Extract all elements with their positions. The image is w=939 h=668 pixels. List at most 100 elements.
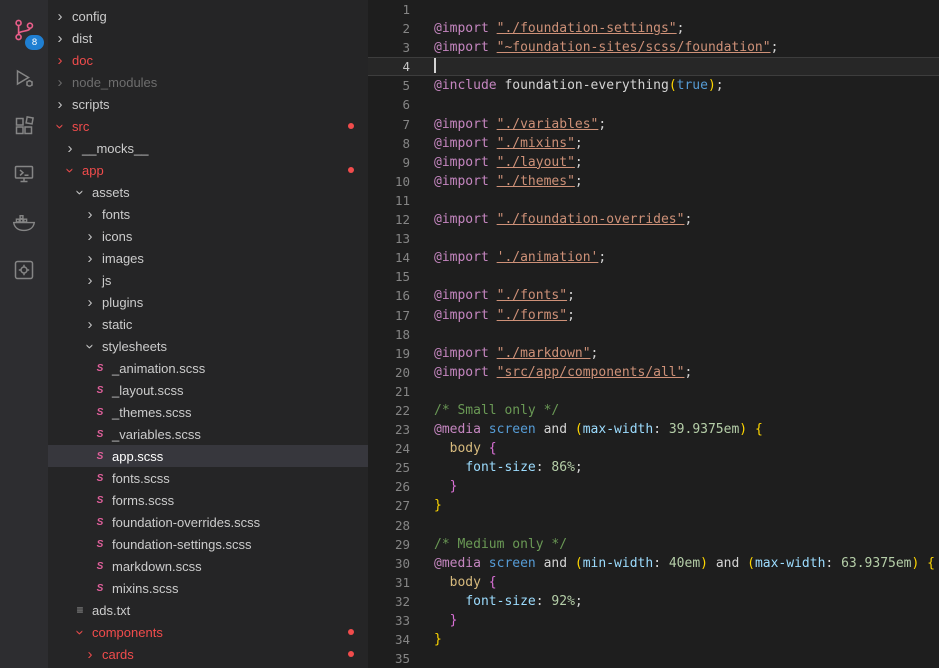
tree-folder-node_modules[interactable]: › node_modules — [48, 71, 368, 93]
tree-file-_animation.scss[interactable]: S _animation.scss — [48, 357, 368, 379]
code-line[interactable]: 12 @import "./foundation-overrides"; — [368, 210, 939, 229]
code-line[interactable]: 1 — [368, 0, 939, 19]
code-line[interactable]: 26 } — [368, 477, 939, 496]
code-line[interactable]: 6 — [368, 95, 939, 114]
tree-file-app.scss[interactable]: Sapp.scss — [48, 445, 368, 467]
code-line[interactable]: 31 body { — [368, 573, 939, 592]
tree-item-label: fonts — [102, 206, 131, 222]
code-token: body — [449, 441, 481, 457]
code-token: /* Small only */ — [434, 402, 560, 418]
editor-lines: 1 2 @import "./foundation-settings"; 3 @impo… — [368, 0, 939, 668]
code-line[interactable]: 4 — [368, 57, 939, 77]
code-line[interactable]: 16 @import "./fonts"; — [368, 286, 939, 305]
tree-folder-dist[interactable]: › dist — [48, 27, 368, 49]
code-line[interactable]: 11 — [368, 191, 939, 210]
code-line[interactable]: 8 @import "./mixins"; — [368, 134, 939, 153]
tree-file-foundation-settings.scss[interactable]: Sfoundation-settings.scss — [48, 533, 368, 555]
code-line[interactable]: 29 /* Medium only */ — [368, 535, 939, 554]
scss-file-icon: S — [96, 538, 104, 550]
activity-remote-explorer[interactable] — [0, 150, 48, 198]
code-line[interactable]: 2 @import "./foundation-settings"; — [368, 19, 939, 38]
chevron-down-icon: › — [51, 123, 69, 129]
code-line[interactable]: 19 @import "./markdown"; — [368, 344, 939, 363]
code-line[interactable]: 9 @import "./layout"; — [368, 153, 939, 172]
tree-file-foundation-overrides.scss[interactable]: Sfoundation-overrides.scss — [48, 511, 368, 533]
activity-source-control[interactable]: 8 — [0, 6, 48, 54]
code-line[interactable]: 25 font-size: 86%; — [368, 458, 939, 477]
code-token: @import — [434, 364, 489, 380]
code-token: @import — [434, 173, 489, 189]
tree-folder-scripts[interactable]: › scripts — [48, 93, 368, 115]
tree-folder-fonts[interactable]: › fonts — [48, 203, 368, 225]
code-line[interactable]: 30 @media screen and (min-width: 40em) an… — [368, 554, 939, 573]
code-line[interactable]: 35 — [368, 649, 939, 668]
code-line[interactable]: 17 @import "./forms"; — [368, 306, 939, 325]
tree-folder-cards[interactable]: › cards — [48, 643, 368, 665]
scss-file-icon: S — [96, 428, 104, 440]
tree-file-_layout.scss[interactable]: S _layout.scss — [48, 379, 368, 401]
code-content: @import "./markdown"; — [424, 344, 939, 363]
tree-folder-components[interactable]: › components — [48, 621, 368, 643]
activity-extensions[interactable] — [0, 102, 48, 150]
tree-folder-plugins[interactable]: › plugins — [48, 291, 368, 313]
tree-file-_themes.scss[interactable]: S _themes.scss — [48, 401, 368, 423]
tree-folder-static[interactable]: › static — [48, 313, 368, 335]
tree-item-label: _themes.scss — [112, 404, 192, 420]
code-editor[interactable]: 1 2 @import "./foundation-settings"; 3 @impo… — [368, 0, 939, 668]
code-line[interactable]: 28 — [368, 516, 939, 535]
code-line[interactable]: 34} — [368, 630, 939, 649]
tree-folder-__mocks__[interactable]: › __mocks__ — [48, 137, 368, 159]
chevron-right-icon: › — [87, 645, 93, 663]
code-line[interactable]: 3 @import "~foundation-sites/scss/foundat… — [368, 38, 939, 57]
code-token: ; — [574, 154, 583, 170]
tree-folder-images[interactable]: › images — [48, 247, 368, 269]
code-content: font-size: 92%; — [424, 592, 939, 611]
line-number: 31 — [394, 574, 410, 590]
chevron-right-icon: › — [87, 249, 93, 267]
code-line[interactable]: 23 @media screen and (max-width: 39.9375e… — [368, 420, 939, 439]
tree-file-ads.txt[interactable]: ≡ ads.txt — [48, 599, 368, 621]
activity-run-and-debug[interactable] — [0, 54, 48, 102]
file-tree: › config › dist › doc › node_modules › scripts › sr… — [48, 5, 368, 665]
tree-folder-doc[interactable]: › doc — [48, 49, 368, 71]
activity-settings-tool[interactable] — [0, 246, 48, 294]
tree-file-forms.scss[interactable]: Sforms.scss — [48, 489, 368, 511]
code-token: { — [754, 422, 763, 438]
code-line[interactable]: 22 /* Small only */ — [368, 401, 939, 420]
tree-folder-icons[interactable]: › icons — [48, 225, 368, 247]
tree-folder-config[interactable]: › config — [48, 5, 368, 27]
code-token: foundation-everything — [504, 78, 669, 94]
code-line[interactable]: 13 — [368, 229, 939, 248]
tree-file-fonts.scss[interactable]: Sfonts.scss — [48, 467, 368, 489]
settings-box-icon — [14, 260, 34, 280]
code-line[interactable]: 20 @import "src/app/components/all"; — [368, 363, 939, 382]
tree-folder-js[interactable]: › js — [48, 269, 368, 291]
code-line[interactable]: 21 — [368, 382, 939, 401]
code-line[interactable]: 15 — [368, 267, 939, 286]
tree-item-label: _animation.scss — [112, 360, 206, 376]
code-line[interactable]: 5 @include foundation-everything(true); — [368, 76, 939, 95]
tree-folder-src[interactable]: › src — [48, 115, 368, 137]
activity-docker[interactable] — [0, 198, 48, 246]
code-token: @import — [434, 288, 489, 304]
tree-folder-stylesheets[interactable]: › stylesheets — [48, 335, 368, 357]
code-line[interactable]: 27} — [368, 496, 939, 515]
code-line[interactable]: 18 — [368, 325, 939, 344]
code-line[interactable]: 7 @import "./variables"; — [368, 115, 939, 134]
tree-folder-assets[interactable]: › assets — [48, 181, 368, 203]
code-line[interactable]: 10 @import "./themes"; — [368, 172, 939, 191]
line-number: 28 — [394, 517, 410, 533]
tree-file-mixins.scss[interactable]: Smixins.scss — [48, 577, 368, 599]
code-line[interactable]: 33 } — [368, 611, 939, 630]
tree-folder-app[interactable]: › app — [48, 159, 368, 181]
tree-file-markdown.scss[interactable]: Smarkdown.scss — [48, 555, 368, 577]
code-line[interactable]: 14 @import './animation'; — [368, 248, 939, 267]
line-number: 2 — [402, 21, 410, 37]
tree-file-_variables.scss[interactable]: S _variables.scss — [48, 423, 368, 445]
code-token: 86% — [551, 460, 575, 476]
code-line[interactable]: 32 font-size: 92%; — [368, 592, 939, 611]
code-line[interactable]: 24 body { — [368, 439, 939, 458]
